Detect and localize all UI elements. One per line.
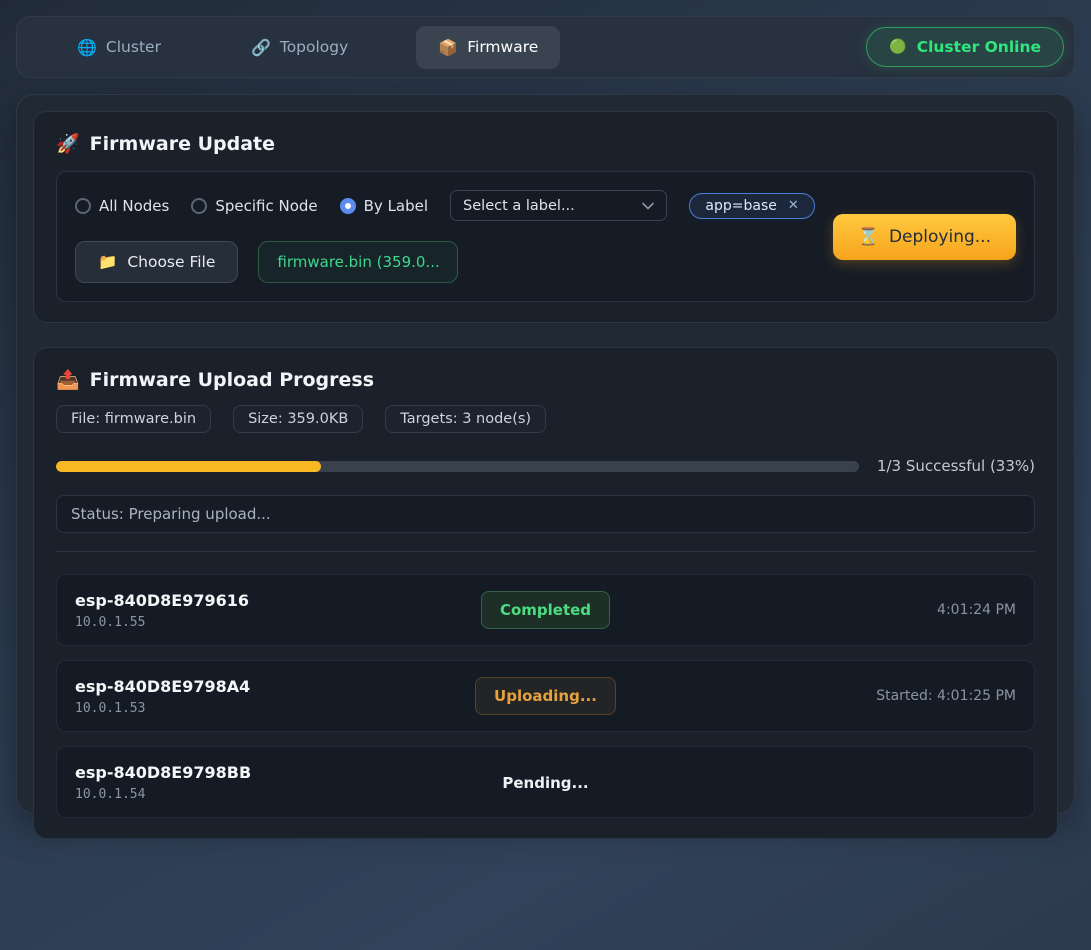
selected-file-name: firmware.bin (359.0... — [258, 241, 458, 283]
status-text-box: Status: Preparing upload... — [56, 495, 1035, 533]
package-icon: 📦 — [438, 38, 458, 57]
node-list: esp-840D8E979616 10.0.1.55 Completed 4:0… — [56, 574, 1035, 818]
nav-item-topology[interactable]: 🔗 Topology — [229, 26, 370, 69]
status-badge-completed: Completed — [481, 591, 610, 629]
nav-item-label: Cluster — [106, 38, 161, 56]
node-info: esp-840D8E979616 10.0.1.55 — [75, 591, 481, 630]
upload-progress-panel: 📤 Firmware Upload Progress File: firmwar… — [33, 347, 1058, 839]
divider — [56, 551, 1035, 552]
radio-label: By Label — [364, 197, 428, 215]
link-icon: 🔗 — [251, 38, 271, 57]
cluster-online-label: Cluster Online — [917, 38, 1041, 56]
file-row: 📁 Choose File firmware.bin (359.0... — [75, 241, 815, 283]
target-options-row: All Nodes Specific Node By Label Select … — [75, 190, 815, 221]
deploy-button[interactable]: ⌛ Deploying... — [833, 214, 1016, 260]
page: 🌐 Cluster 🔗 Topology 📦 Firmware 🟢 Cluste… — [0, 16, 1091, 950]
panel-title-text: Firmware Upload Progress — [90, 369, 374, 391]
firmware-update-form: All Nodes Specific Node By Label Select … — [56, 171, 1035, 302]
firmware-update-panel: 🚀 Firmware Update All Nodes Specific Nod… — [33, 111, 1058, 323]
deploy-button-label: Deploying... — [889, 227, 991, 247]
file-name-chip: File: firmware.bin — [56, 405, 211, 433]
node-name: esp-840D8E9798A4 — [75, 677, 475, 696]
node-info: esp-840D8E9798BB 10.0.1.54 — [75, 763, 502, 802]
targets-chip: Targets: 3 node(s) — [385, 405, 546, 433]
close-icon[interactable]: ✕ — [788, 198, 799, 213]
node-ip: 10.0.1.54 — [75, 787, 502, 802]
form-controls: All Nodes Specific Node By Label Select … — [75, 190, 815, 283]
radio-label: All Nodes — [99, 197, 169, 215]
progress-label: 1/3 Successful (33%) — [877, 457, 1035, 475]
node-name: esp-840D8E9798BB — [75, 763, 502, 782]
node-ip: 10.0.1.53 — [75, 701, 475, 716]
panel-title-text: Firmware Update — [90, 133, 275, 155]
node-info: esp-840D8E9798A4 10.0.1.53 — [75, 677, 475, 716]
nav-item-label: Topology — [280, 38, 348, 56]
node-status: Completed — [481, 591, 610, 629]
upload-progress-title: 📤 Firmware Upload Progress — [56, 368, 1035, 391]
status-text-pending: Pending... — [502, 774, 588, 792]
progress-bar — [56, 461, 859, 472]
label-chip-text: app=base — [705, 198, 776, 214]
chevron-down-icon — [642, 202, 654, 210]
file-size-chip: Size: 359.0KB — [233, 405, 363, 433]
label-select-placeholder: Select a label... — [463, 198, 575, 214]
outbox-tray-icon: 📤 — [56, 368, 80, 391]
choose-file-label: Choose File — [127, 253, 215, 271]
status-badge-uploading: Uploading... — [475, 677, 616, 715]
globe-icon: 🌐 — [77, 38, 97, 57]
green-dot-icon: 🟢 — [889, 39, 906, 55]
hourglass-icon: ⌛ — [858, 227, 879, 247]
node-timestamp: Started: 4:01:25 PM — [876, 688, 1016, 704]
node-row-1: esp-840D8E979616 10.0.1.55 Completed 4:0… — [56, 574, 1035, 646]
node-name: esp-840D8E979616 — [75, 591, 481, 610]
choose-file-button[interactable]: 📁 Choose File — [75, 241, 238, 283]
node-row-3: esp-840D8E9798BB 10.0.1.54 Pending... — [56, 746, 1035, 818]
upload-meta-row: File: firmware.bin Size: 359.0KB Targets… — [56, 405, 1035, 433]
radio-all-nodes[interactable]: All Nodes — [75, 197, 169, 215]
radio-by-label[interactable]: By Label — [340, 197, 428, 215]
nav-item-cluster[interactable]: 🌐 Cluster — [55, 26, 183, 69]
nav-item-label: Firmware — [467, 38, 538, 56]
node-row-2: esp-840D8E9798A4 10.0.1.53 Uploading... … — [56, 660, 1035, 732]
cluster-online-badge: 🟢 Cluster Online — [866, 27, 1064, 67]
radio-specific-node-input[interactable] — [191, 198, 207, 214]
firmware-update-title: 🚀 Firmware Update — [56, 132, 1035, 155]
radio-label: Specific Node — [215, 197, 317, 215]
radio-by-label-input[interactable] — [340, 198, 356, 214]
node-ip: 10.0.1.55 — [75, 615, 481, 630]
node-status: Pending... — [502, 773, 588, 792]
rocket-icon: 🚀 — [56, 132, 80, 155]
progress-bar-fill — [56, 461, 321, 472]
folder-icon: 📁 — [98, 253, 117, 271]
label-chip-app-base[interactable]: app=base ✕ — [689, 193, 814, 219]
progress-row: 1/3 Successful (33%) — [56, 457, 1035, 475]
nav-item-firmware[interactable]: 📦 Firmware — [416, 26, 560, 69]
radio-specific-node[interactable]: Specific Node — [191, 197, 317, 215]
main-container: 🚀 Firmware Update All Nodes Specific Nod… — [16, 94, 1075, 814]
top-nav: 🌐 Cluster 🔗 Topology 📦 Firmware 🟢 Cluste… — [16, 16, 1075, 78]
node-timestamp: 4:01:24 PM — [937, 602, 1016, 618]
radio-all-nodes-input[interactable] — [75, 198, 91, 214]
label-select-dropdown[interactable]: Select a label... — [450, 190, 667, 221]
node-status: Uploading... — [475, 677, 616, 715]
